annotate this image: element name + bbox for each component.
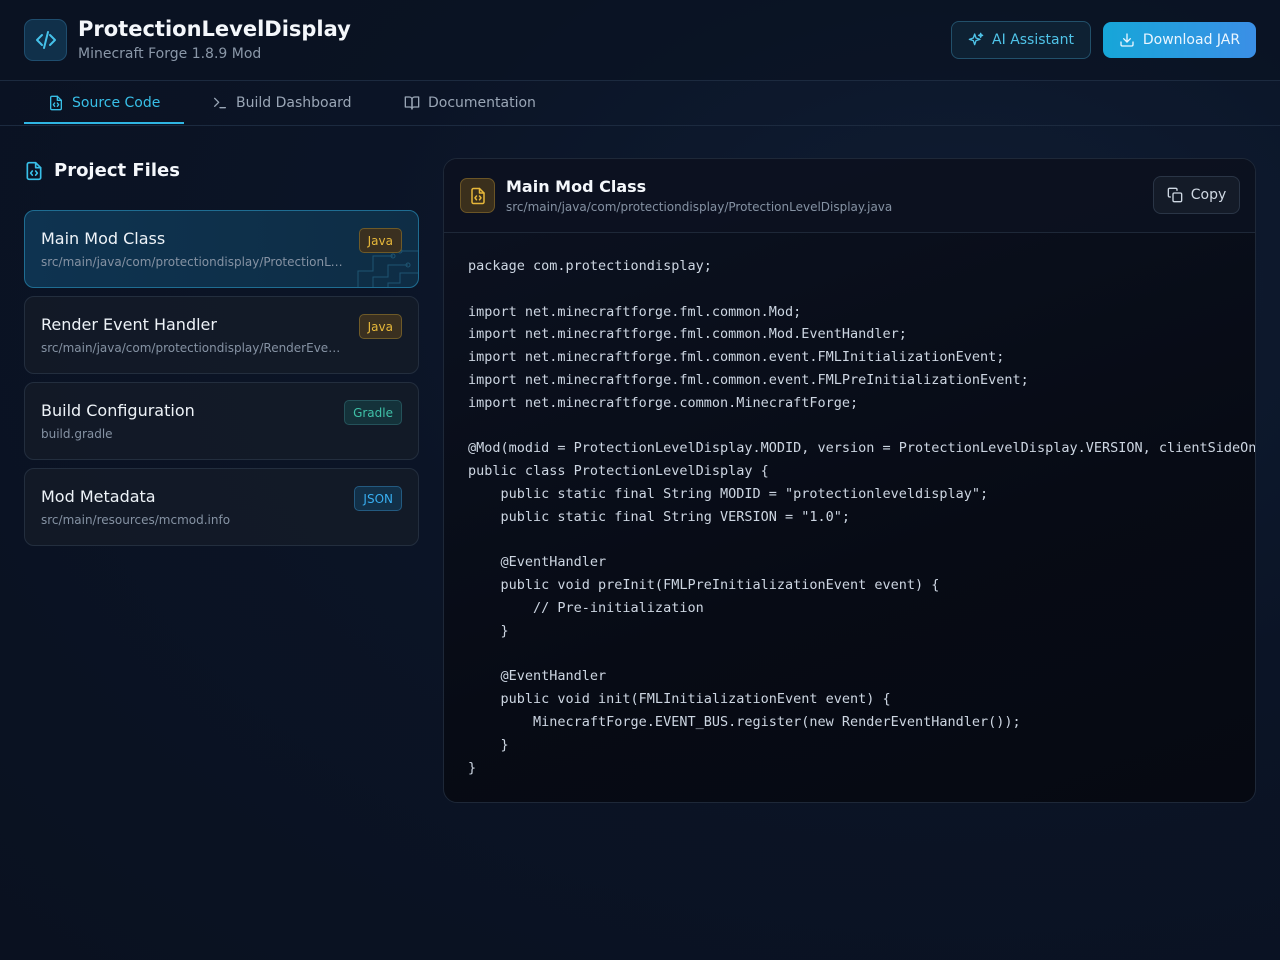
tab-documentation[interactable]: Documentation xyxy=(404,81,536,125)
file-item-mod-metadata[interactable]: Mod Metadata src/main/resources/mcmod.in… xyxy=(24,468,419,546)
project-files-title: Project Files xyxy=(54,160,180,181)
language-badge: Gradle xyxy=(344,400,402,425)
code-viewer-panel: Main Mod Class src/main/java/com/protect… xyxy=(443,158,1256,803)
file-item-render-event-handler[interactable]: Render Event Handler src/main/java/com/p… xyxy=(24,296,419,374)
code-file-title: Main Mod Class xyxy=(506,177,647,196)
tab-build-dashboard[interactable]: Build Dashboard xyxy=(212,81,352,125)
file-item-main-mod-class[interactable]: Main Mod Class src/main/java/com/protect… xyxy=(24,210,419,288)
language-badge: JSON xyxy=(354,486,402,511)
java-file-icon xyxy=(460,178,495,213)
code-file-path: src/main/java/com/protectiondisplay/Prot… xyxy=(506,200,893,214)
active-tab-indicator xyxy=(24,122,184,124)
ai-assistant-label: AI Assistant xyxy=(992,32,1074,48)
copy-label: Copy xyxy=(1190,187,1227,203)
tab-label: Build Dashboard xyxy=(236,95,352,111)
ai-assistant-button[interactable]: AI Assistant xyxy=(951,21,1091,59)
file-path: build.gradle xyxy=(41,427,113,441)
language-badge: Java xyxy=(358,228,402,253)
download-icon xyxy=(1120,33,1134,47)
app-subtitle: Minecraft Forge 1.8.9 Mod xyxy=(78,46,262,62)
book-open-icon xyxy=(404,96,420,110)
file-name: Render Event Handler xyxy=(41,315,217,334)
copy-icon xyxy=(1167,187,1183,203)
tab-label: Source Code xyxy=(72,95,161,111)
file-path: src/main/java/com/protectiondisplay/Rend… xyxy=(41,341,346,355)
source-code-block[interactable]: package com.protectiondisplay; import ne… xyxy=(468,255,1255,779)
language-badge: Java xyxy=(358,314,402,339)
app-header: ProtectionLevelDisplay Minecraft Forge 1… xyxy=(0,0,1280,81)
file-item-build-configuration[interactable]: Build Configuration build.gradle Gradle xyxy=(24,382,419,460)
file-path: src/main/resources/mcmod.info xyxy=(41,513,231,527)
file-code-icon xyxy=(50,95,62,111)
tab-label: Documentation xyxy=(428,95,536,111)
project-files-heading: Project Files xyxy=(24,160,180,181)
file-path: src/main/java/com/protectiondisplay/Prot… xyxy=(41,255,346,269)
download-jar-button[interactable]: Download JAR xyxy=(1103,22,1256,58)
tab-source-code[interactable]: Source Code xyxy=(48,81,160,125)
download-jar-label: Download JAR xyxy=(1142,32,1241,48)
sparkles-icon xyxy=(968,32,984,46)
terminal-icon xyxy=(214,97,226,109)
file-name: Main Mod Class xyxy=(41,229,166,248)
file-code-icon xyxy=(26,161,42,180)
tab-bar: Source Code Build Dashboard Documentatio… xyxy=(0,81,1280,126)
app-title: ProtectionLevelDisplay xyxy=(78,17,351,41)
copy-button[interactable]: Copy xyxy=(1153,176,1240,214)
code-viewer-header: Main Mod Class src/main/java/com/protect… xyxy=(444,159,1255,233)
file-name: Build Configuration xyxy=(41,401,195,420)
code-brackets-icon xyxy=(24,19,67,61)
file-name: Mod Metadata xyxy=(41,487,156,506)
